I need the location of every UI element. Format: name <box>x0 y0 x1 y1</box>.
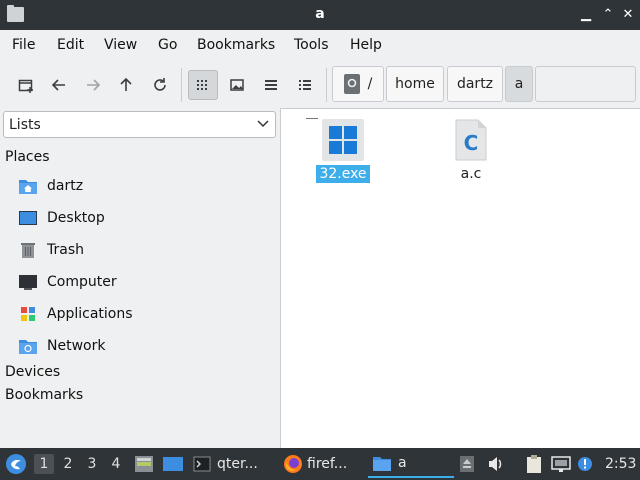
computer-icon <box>18 272 38 292</box>
sidebar-item-label: Network <box>47 338 106 354</box>
menu-bookmarks[interactable]: Bookmarks <box>197 37 275 53</box>
file-name: a.c <box>460 166 482 182</box>
workspace-4[interactable]: 4 <box>106 454 126 474</box>
window-titlebar[interactable]: a ▁ ⌃ ✕ <box>0 0 640 30</box>
menu-bar: File Edit View Go Bookmarks Tools Help <box>0 30 640 60</box>
task-firefox[interactable]: firef... <box>283 450 347 478</box>
breadcrumb-a[interactable]: a <box>505 66 533 102</box>
breadcrumb-home-label: home <box>395 76 435 92</box>
file-view[interactable]: 32.exe C a.c <box>280 108 640 448</box>
taskbar: 1 2 3 4 qter... firef... a 2:53 <box>0 448 640 480</box>
places-header[interactable]: Places <box>5 149 50 165</box>
breadcrumb-root[interactable]: / <box>332 66 384 102</box>
thumbnail-view-icon[interactable] <box>222 70 252 100</box>
sidebar-item-trash[interactable]: Trash <box>18 237 268 263</box>
file-item[interactable]: C a.c <box>436 119 506 183</box>
clipboard-icon[interactable] <box>524 448 544 480</box>
applications-icon <box>18 304 38 324</box>
sidebar-item-computer[interactable]: Computer <box>18 269 268 295</box>
task-qterminal[interactable]: qter... <box>193 450 258 478</box>
sidebar-item-dartz[interactable]: dartz <box>18 173 268 199</box>
workspace-1[interactable]: 1 <box>34 454 54 474</box>
breadcrumb-home[interactable]: home <box>386 66 444 102</box>
chevron-down-icon <box>257 116 269 133</box>
sidebar-item-network[interactable]: Network <box>18 333 268 359</box>
task-label: firef... <box>307 456 348 472</box>
windows-executable-icon <box>322 119 364 161</box>
terminal-icon <box>193 456 211 472</box>
breadcrumb-dartz-label: dartz <box>456 76 494 92</box>
sidebar-item-label: Trash <box>47 242 84 258</box>
detailed-list-view-icon[interactable] <box>290 70 320 100</box>
breadcrumb-root-label: / <box>367 76 373 92</box>
start-menu-icon[interactable] <box>5 448 27 480</box>
sidebar-item-label: Applications <box>47 306 133 322</box>
menu-tools[interactable]: Tools <box>294 37 329 53</box>
toolbar-separator <box>181 68 182 102</box>
toolbar-separator <box>326 68 327 102</box>
close-icon[interactable]: ✕ <box>620 7 636 23</box>
svg-text:C: C <box>464 131 479 155</box>
file-manager-launcher-icon[interactable] <box>134 448 154 480</box>
sidebar-mode-label: Lists <box>9 117 41 133</box>
volume-icon[interactable] <box>487 448 505 480</box>
bookmarks-header[interactable]: Bookmarks <box>5 387 83 403</box>
show-desktop-icon[interactable] <box>162 448 184 480</box>
new-tab-icon[interactable] <box>11 70 41 100</box>
forward-arrow-icon[interactable] <box>78 70 108 100</box>
toolbar: / home dartz a <box>0 60 640 108</box>
file-item[interactable]: 32.exe <box>308 119 378 183</box>
home-folder-icon <box>18 176 38 196</box>
sidebar-item-label: dartz <box>47 178 84 194</box>
search-icon[interactable] <box>343 74 360 94</box>
menu-go[interactable]: Go <box>158 37 177 53</box>
desktop-icon <box>18 208 38 228</box>
sidebar-mode-select[interactable]: Lists <box>3 111 276 138</box>
breadcrumb-dartz[interactable]: dartz <box>447 66 503 102</box>
network-icon[interactable] <box>551 448 571 480</box>
file-name: 32.exe <box>316 165 370 183</box>
window-title: a <box>315 6 325 22</box>
c-source-file-icon: C <box>454 119 488 161</box>
clock[interactable]: 2:53 <box>605 448 636 480</box>
breadcrumb-empty-area[interactable] <box>535 66 636 102</box>
workspace-2[interactable]: 2 <box>58 454 78 474</box>
notification-icon[interactable] <box>577 448 593 480</box>
folder-icon <box>373 457 391 471</box>
eject-icon[interactable] <box>459 448 475 480</box>
up-arrow-icon[interactable] <box>111 70 141 100</box>
menu-help[interactable]: Help <box>350 37 382 53</box>
back-arrow-icon[interactable] <box>44 70 74 100</box>
icon-view-icon[interactable] <box>188 70 218 100</box>
trash-icon <box>18 240 38 260</box>
workspace-3[interactable]: 3 <box>82 454 102 474</box>
breadcrumb-a-label: a <box>514 76 524 92</box>
devices-header[interactable]: Devices <box>5 364 60 380</box>
menu-view[interactable]: View <box>104 37 137 53</box>
minimize-icon[interactable]: ▁ <box>578 7 594 23</box>
sidebar-item-label: Computer <box>47 274 117 290</box>
maximize-icon[interactable]: ⌃ <box>600 7 616 23</box>
menu-file[interactable]: File <box>12 37 35 53</box>
compact-view-icon[interactable] <box>256 70 286 100</box>
sidebar-item-applications[interactable]: Applications <box>18 301 268 327</box>
firefox-icon <box>284 455 302 473</box>
menu-edit[interactable]: Edit <box>57 37 84 53</box>
reload-icon[interactable] <box>145 70 175 100</box>
sidebar-item-desktop[interactable]: Desktop <box>18 205 268 231</box>
network-folder-icon <box>18 336 38 356</box>
task-label: a <box>398 455 407 471</box>
sidebar: Lists Places dartz Desktop Trash Compute… <box>0 108 280 448</box>
task-file-manager[interactable]: a <box>368 450 454 478</box>
task-label: qter... <box>217 456 258 472</box>
sidebar-item-label: Desktop <box>47 210 105 226</box>
